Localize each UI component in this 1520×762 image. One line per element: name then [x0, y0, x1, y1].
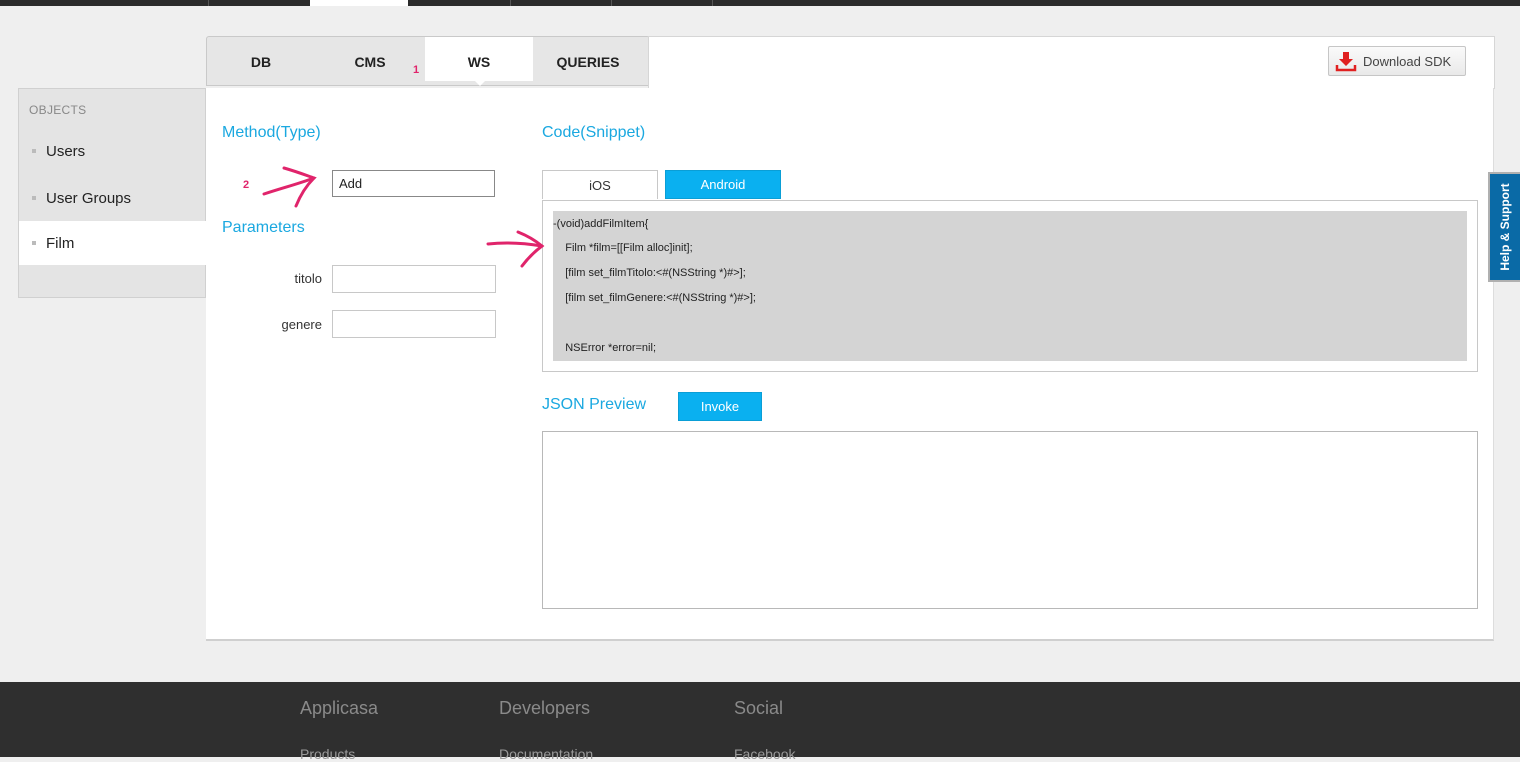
tab-db[interactable]: DB	[207, 37, 315, 85]
bullet-icon	[32, 149, 36, 153]
tab-queries[interactable]: QUERIES	[533, 37, 643, 85]
code-line: NSError *error=nil;	[553, 342, 656, 354]
top-nav-divider	[208, 0, 209, 6]
parameters-heading: Parameters	[222, 219, 305, 236]
method-type-input[interactable]	[332, 170, 495, 197]
param-label-genere: genere	[281, 317, 322, 332]
code-line: Film *film=[[Film alloc]init];	[553, 242, 693, 254]
footer-link-documentation[interactable]: Documentation	[499, 746, 593, 762]
sidebar-item-user-groups[interactable]: User Groups	[19, 176, 206, 220]
code-line: -(void)addFilmItem{	[553, 218, 649, 230]
top-nav-divider	[510, 0, 511, 6]
code-tab-android[interactable]: Android	[665, 170, 781, 199]
annotation-marker-2: 2	[243, 179, 250, 191]
active-tab-caret	[473, 79, 487, 86]
annotation-arrow-icon	[486, 230, 545, 268]
section-tabs: DB CMS WS QUERIES	[206, 36, 650, 86]
param-input-genere[interactable]	[332, 310, 496, 338]
json-preview-output[interactable]	[542, 431, 1478, 609]
code-line: [film set_filmTitolo:<#(NSString *)#>];	[553, 267, 746, 279]
top-nav-active-segment[interactable]	[310, 0, 408, 6]
top-nav-bar	[0, 0, 1520, 6]
param-input-titolo[interactable]	[332, 265, 496, 293]
sidebar-item-label: Users	[46, 142, 86, 160]
help-support-tab[interactable]: Help & Support	[1488, 172, 1520, 282]
tab-cms[interactable]: CMS	[315, 37, 425, 85]
code-tab-ios[interactable]: iOS	[542, 170, 658, 199]
code-line: [film set_filmGenere:<#(NSString *)#>];	[553, 292, 756, 304]
sidebar-item-label: Film	[46, 234, 75, 252]
footer-heading-social: Social	[734, 698, 784, 718]
footer-link-products[interactable]: Products	[300, 746, 355, 762]
tab-ws[interactable]: WS	[425, 37, 533, 81]
code-heading: Code(Snippet)	[542, 124, 646, 141]
download-icon	[1335, 52, 1357, 72]
param-label-titolo: titolo	[294, 271, 322, 286]
bullet-icon	[32, 196, 36, 200]
sidebar-heading: OBJECTS	[29, 103, 87, 117]
help-support-label: Help & Support	[1498, 183, 1512, 271]
code-snippet-box: -(void)addFilmItem{ Film *film=[[Film al…	[542, 200, 1478, 372]
json-preview-heading: JSON Preview	[542, 396, 647, 413]
sidebar-item-label: User Groups	[46, 189, 132, 207]
top-nav-divider	[712, 0, 713, 6]
download-sdk-button[interactable]: Download SDK	[1328, 46, 1466, 76]
invoke-button[interactable]: Invoke	[678, 392, 762, 421]
footer-heading-developers: Developers	[499, 698, 591, 718]
sidebar-item-users[interactable]: Users	[19, 129, 206, 173]
bullet-icon	[32, 241, 36, 245]
top-nav-divider	[611, 0, 612, 6]
annotation-arrow-icon	[262, 166, 317, 208]
method-heading: Method(Type)	[222, 124, 321, 141]
code-snippet-area[interactable]: -(void)addFilmItem{ Film *film=[[Film al…	[553, 211, 1467, 361]
footer-heading-applicasa: Applicasa	[300, 698, 379, 718]
download-sdk-label: Download SDK	[1363, 53, 1452, 69]
footer: Applicasa Products Developers Documentat…	[0, 682, 1520, 762]
annotation-marker-1: 1	[413, 64, 420, 76]
objects-sidebar: OBJECTS Users User Groups Film	[18, 88, 206, 298]
footer-link-facebook[interactable]: Facebook	[734, 746, 795, 762]
sidebar-item-film[interactable]: Film	[19, 221, 206, 265]
